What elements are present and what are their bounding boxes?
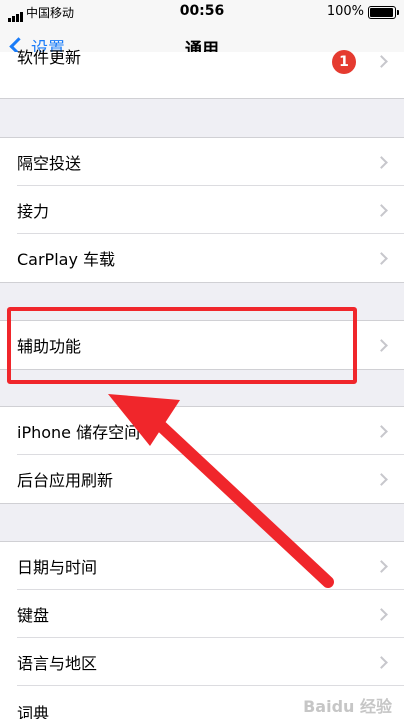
annotation-arrow-icon bbox=[108, 394, 334, 588]
settings-general-screen: 中国移动 00:56 100% 设置 通用 软件更新 1 隔空投送 接力 Car… bbox=[0, 0, 404, 719]
watermark: Baidu 经验 bbox=[303, 697, 392, 716]
